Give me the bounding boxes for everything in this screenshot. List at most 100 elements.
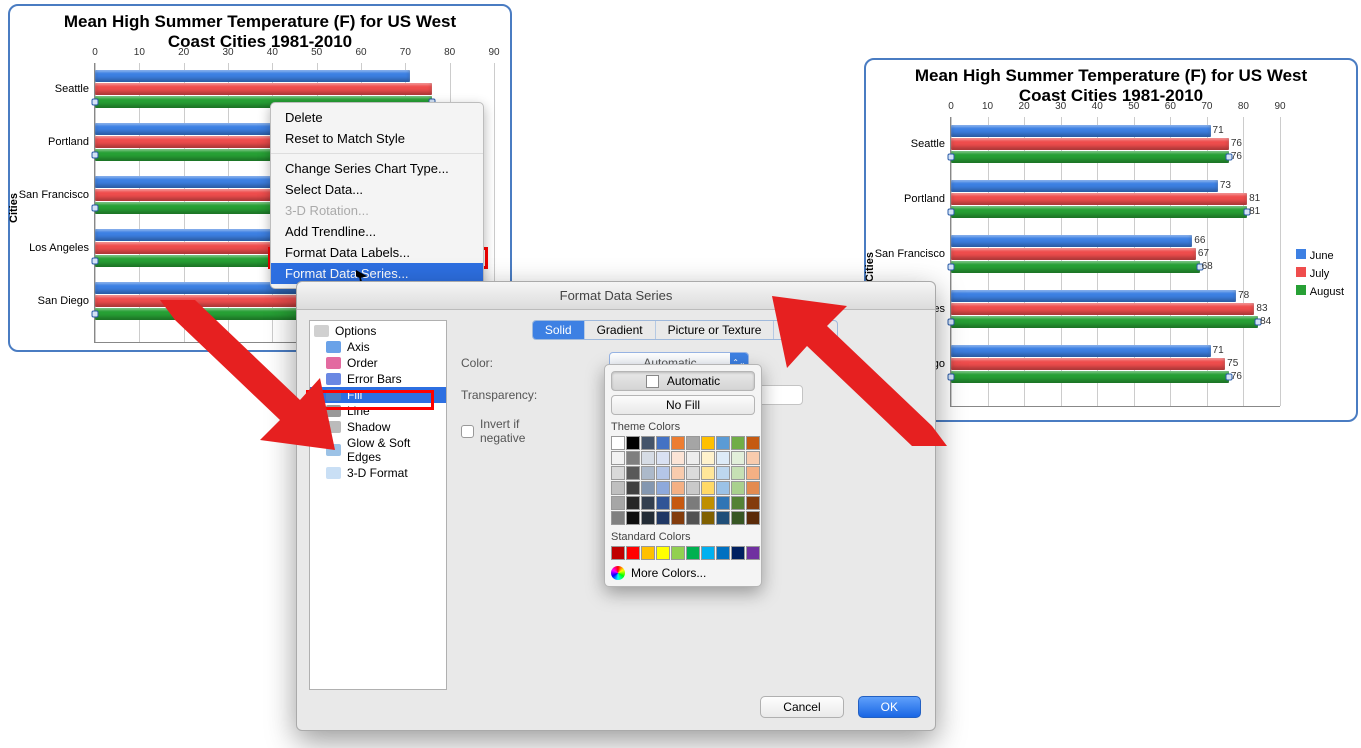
more-colors-button[interactable]: More Colors... [611,566,755,580]
bar-july[interactable] [951,358,1225,370]
theme-color-swatch[interactable] [641,451,655,465]
tree-item-options[interactable]: Options [310,323,446,339]
standard-color-swatch[interactable] [716,546,730,560]
theme-color-swatch[interactable] [641,466,655,480]
bar-june[interactable] [951,235,1192,247]
bar-june[interactable] [951,180,1218,192]
bar-june[interactable] [951,345,1211,357]
tree-item-axis[interactable]: Axis [310,339,446,355]
standard-color-swatch[interactable] [656,546,670,560]
ok-button[interactable]: OK [858,696,921,718]
theme-color-swatch[interactable] [671,466,685,480]
fill-type-tabs[interactable]: SolidGradientPicture or TexturePattern [532,320,838,340]
theme-color-swatch[interactable] [716,511,730,525]
theme-color-swatch[interactable] [701,496,715,510]
bar-july[interactable] [951,193,1247,205]
context-menu-item[interactable]: Add Trendline... [271,221,483,242]
theme-color-swatch[interactable] [716,496,730,510]
standard-color-swatch[interactable] [671,546,685,560]
theme-color-swatch[interactable] [701,481,715,495]
theme-color-swatch[interactable] [641,511,655,525]
theme-color-swatch[interactable] [671,451,685,465]
theme-color-swatch[interactable] [656,436,670,450]
transparency-value[interactable] [755,385,803,405]
standard-color-swatch[interactable] [731,546,745,560]
theme-color-swatch[interactable] [686,436,700,450]
chart-plot-area[interactable]: 0102030405060708090Seattle717676Portland… [950,117,1280,407]
theme-color-swatch[interactable] [611,511,625,525]
theme-color-swatch[interactable] [746,481,760,495]
tree-item-shadow[interactable]: Shadow [310,419,446,435]
context-menu-item[interactable]: Select Data... [271,179,483,200]
tree-item-fill[interactable]: Fill [310,387,446,403]
legend-item[interactable]: July [1296,267,1344,281]
theme-color-grid[interactable] [611,436,755,525]
theme-color-swatch[interactable] [656,451,670,465]
context-menu-item[interactable]: Change Series Chart Type... [271,158,483,179]
fill-tab-pattern[interactable]: Pattern [774,321,837,339]
theme-color-swatch[interactable] [701,511,715,525]
theme-color-swatch[interactable] [671,481,685,495]
theme-color-swatch[interactable] [746,466,760,480]
theme-color-swatch[interactable] [731,481,745,495]
theme-color-swatch[interactable] [626,451,640,465]
theme-color-swatch[interactable] [686,511,700,525]
standard-color-swatch[interactable] [686,546,700,560]
theme-color-swatch[interactable] [686,481,700,495]
theme-color-swatch[interactable] [641,481,655,495]
chart-panel-after[interactable]: Mean High Summer Temperature (F) for US … [864,58,1358,422]
theme-color-swatch[interactable] [716,466,730,480]
context-menu-item[interactable]: Format Data Labels... [271,242,483,263]
theme-color-swatch[interactable] [746,496,760,510]
bar-august[interactable] [951,206,1247,218]
tree-item-glow-soft-edges[interactable]: Glow & Soft Edges [310,435,446,465]
tree-item-3-d-format[interactable]: 3-D Format [310,465,446,481]
theme-color-swatch[interactable] [716,451,730,465]
bar-august[interactable] [951,151,1229,163]
bar-august[interactable] [951,316,1258,328]
theme-color-swatch[interactable] [731,511,745,525]
bar-june[interactable] [951,125,1211,137]
bar-june[interactable] [95,70,410,82]
theme-color-swatch[interactable] [611,436,625,450]
theme-color-swatch[interactable] [671,511,685,525]
bar-august[interactable] [951,261,1200,273]
theme-color-swatch[interactable] [746,436,760,450]
fill-tab-picture-or-texture[interactable]: Picture or Texture [656,321,775,339]
standard-color-swatch[interactable] [746,546,760,560]
standard-color-swatch[interactable] [641,546,655,560]
standard-color-swatch[interactable] [611,546,625,560]
theme-color-swatch[interactable] [686,451,700,465]
theme-color-swatch[interactable] [716,481,730,495]
chart-legend[interactable]: JuneJulyAugust [1296,249,1344,303]
color-picker-popover[interactable]: Automatic No Fill Theme Colors Standard … [604,364,762,587]
tree-item-order[interactable]: Order [310,355,446,371]
context-menu-item[interactable]: Reset to Match Style [271,128,483,149]
theme-color-swatch[interactable] [626,511,640,525]
bar-july[interactable] [951,138,1229,150]
theme-color-swatch[interactable] [626,481,640,495]
invert-if-negative-checkbox[interactable] [461,425,474,438]
bar-july[interactable] [95,83,432,95]
standard-color-swatch[interactable] [626,546,640,560]
context-menu[interactable]: DeleteReset to Match StyleChange Series … [270,102,484,289]
theme-color-swatch[interactable] [701,451,715,465]
automatic-color-button[interactable]: Automatic [611,371,755,391]
standard-color-grid[interactable] [611,546,755,560]
theme-color-swatch[interactable] [626,496,640,510]
theme-color-swatch[interactable] [626,466,640,480]
theme-color-swatch[interactable] [626,436,640,450]
bar-june[interactable] [951,290,1236,302]
theme-color-swatch[interactable] [611,496,625,510]
theme-color-swatch[interactable] [671,436,685,450]
theme-color-swatch[interactable] [611,481,625,495]
legend-item[interactable]: August [1296,285,1344,299]
theme-color-swatch[interactable] [746,451,760,465]
theme-color-swatch[interactable] [686,496,700,510]
bar-july[interactable] [951,248,1196,260]
theme-color-swatch[interactable] [701,436,715,450]
theme-color-swatch[interactable] [746,511,760,525]
theme-color-swatch[interactable] [731,466,745,480]
theme-color-swatch[interactable] [731,496,745,510]
theme-color-swatch[interactable] [656,496,670,510]
